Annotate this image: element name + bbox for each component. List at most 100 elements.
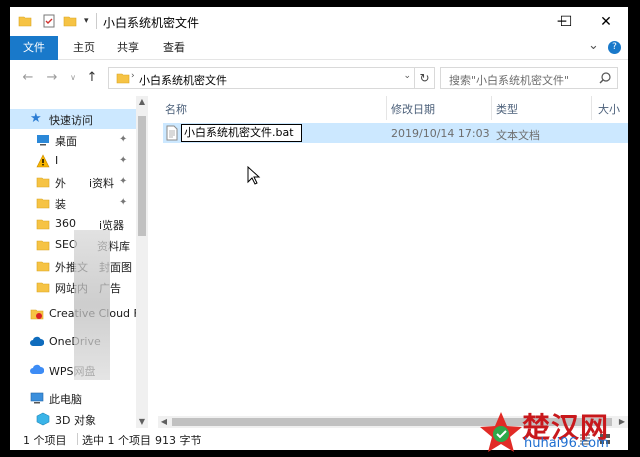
blurred-region bbox=[74, 230, 110, 380]
nav-item-3d-objects[interactable]: 3D 对象 bbox=[10, 409, 136, 428]
file-row[interactable]: 小白系统机密文件.bat 2019/10/14 17:03 文本文档 bbox=[163, 123, 628, 143]
column-divider[interactable] bbox=[491, 96, 492, 120]
wps-cloud-icon bbox=[30, 364, 44, 374]
file-type: 文本文档 bbox=[496, 129, 540, 142]
ribbon-tabs: 文件 主页 共享 查看 ⌄ ? bbox=[10, 36, 628, 60]
address-row: ← → ∨ ↑ › 小白系统机密文件 ⌄ ↻ 搜索"小白系统机密文件" bbox=[10, 60, 628, 96]
nav-item-label: 快速访问 bbox=[49, 114, 93, 127]
properties-icon[interactable] bbox=[42, 14, 56, 28]
nav-item-label: 360 bbox=[55, 217, 76, 230]
nav-item-folder[interactable]: 外 i资料 ✦ bbox=[10, 172, 136, 192]
warning-icon bbox=[36, 154, 50, 168]
nav-item-onedrive[interactable]: OneDrive bbox=[10, 332, 136, 352]
chevron-down-icon[interactable]: ⌄ bbox=[403, 71, 411, 81]
nav-item-folder[interactable]: 360 i览器 bbox=[10, 214, 136, 234]
tab-home[interactable]: 主页 bbox=[62, 36, 106, 60]
folder-icon bbox=[36, 282, 50, 293]
tab-file[interactable]: 文件 bbox=[10, 36, 58, 60]
column-header-size[interactable]: 大小 bbox=[598, 101, 620, 117]
status-selection: 选中 1 个项目 bbox=[82, 434, 151, 447]
file-list: 名称 修改日期 类型 大小 小白系统机密文件.bat 2019/10/14 17… bbox=[158, 96, 628, 428]
title-divider bbox=[96, 13, 97, 29]
nav-item-folder[interactable]: 外推文 封面图 bbox=[10, 256, 136, 276]
nav-item-wps-cloud[interactable]: WPS网盘 bbox=[10, 360, 136, 380]
mouse-cursor-icon bbox=[247, 166, 261, 185]
address-bar[interactable]: › 小白系统机密文件 ⌄ bbox=[108, 67, 415, 89]
ribbon-collapse-icon[interactable]: ⌄ bbox=[588, 38, 599, 53]
folder-icon bbox=[36, 240, 50, 251]
status-item-count: 1 个项目 bbox=[23, 434, 67, 447]
nav-item-folder[interactable]: SEO 资料库 bbox=[10, 235, 136, 255]
status-divider bbox=[77, 433, 78, 445]
address-path: 小白系统机密文件 bbox=[139, 74, 227, 87]
pin-icon: ✦ bbox=[119, 155, 128, 166]
help-icon[interactable]: ? bbox=[608, 41, 621, 54]
back-button[interactable]: ← bbox=[20, 70, 36, 86]
new-folder-icon[interactable] bbox=[63, 14, 77, 28]
pin-icon: ✦ bbox=[119, 176, 128, 187]
tab-view[interactable]: 查看 bbox=[152, 36, 196, 60]
3d-objects-icon bbox=[36, 412, 50, 426]
nav-item-label: 桌面 bbox=[55, 135, 77, 148]
title-bar: ▾ 小白系统机密文件 ─ ☐ ✕ bbox=[10, 7, 628, 36]
nav-scrollbar[interactable]: ▲ ▼ bbox=[136, 96, 148, 428]
text-file-icon bbox=[166, 125, 178, 141]
pin-icon: ✦ bbox=[119, 197, 128, 208]
explorer-window: ▾ 小白系统机密文件 ─ ☐ ✕ 文件 主页 共享 查看 ⌄ ? ← → ∨ ↑… bbox=[10, 7, 628, 450]
nav-item-label: 3D 对象 bbox=[55, 414, 96, 427]
folder-icon bbox=[36, 219, 50, 230]
chevron-right-icon: › bbox=[131, 71, 135, 81]
folder-icon bbox=[116, 73, 130, 84]
onedrive-icon bbox=[30, 336, 44, 346]
close-icon: ✕ bbox=[600, 13, 612, 30]
pin-icon: ✦ bbox=[119, 134, 128, 145]
nav-item-folder[interactable]: 装 ✦ bbox=[10, 193, 136, 213]
search-placeholder: 搜索"小白系统机密文件" bbox=[449, 74, 570, 87]
window-title: 小白系统机密文件 bbox=[103, 16, 200, 30]
up-button[interactable]: ↑ bbox=[84, 70, 100, 86]
nav-item-quick-access[interactable]: ★ 快速访问 bbox=[10, 109, 136, 129]
creative-cloud-icon bbox=[30, 309, 44, 320]
folder-icon bbox=[36, 198, 50, 209]
forward-button[interactable]: → bbox=[44, 70, 60, 86]
column-divider[interactable] bbox=[386, 96, 387, 120]
maximize-button[interactable]: ☐ bbox=[544, 7, 588, 36]
column-header-modified[interactable]: 修改日期 bbox=[391, 101, 435, 117]
column-divider[interactable] bbox=[591, 96, 592, 120]
scroll-up-icon[interactable]: ▲ bbox=[136, 96, 148, 108]
folder-icon bbox=[36, 177, 50, 188]
watermark-logo: 楚汉网 huhai96.com bbox=[478, 408, 640, 457]
nav-item-desktop[interactable]: 桌面 ✦ bbox=[10, 130, 136, 150]
desktop-icon bbox=[37, 135, 49, 146]
computer-icon bbox=[30, 392, 44, 404]
watermark-url: huhai96.com bbox=[524, 436, 609, 451]
nav-item-label: I bbox=[55, 154, 59, 167]
star-icon: ★ bbox=[30, 111, 42, 126]
folder-icon bbox=[36, 261, 50, 272]
nav-item-label: 此电脑 bbox=[49, 393, 82, 406]
nav-item-label: 装 bbox=[55, 198, 66, 211]
rename-input[interactable]: 小白系统机密文件.bat bbox=[181, 124, 302, 142]
scroll-left-icon[interactable]: ◀ bbox=[158, 416, 170, 428]
nav-item-label: 外 bbox=[55, 177, 66, 190]
navigation-pane: ★ 快速访问 桌面 ✦ I ✦ 外 i资料 ✦ 装 ✦ 360 i览器 SEO … bbox=[10, 96, 148, 428]
status-size: 913 字节 bbox=[155, 434, 202, 447]
nav-item-folder[interactable]: 网站内 广告 bbox=[10, 277, 136, 297]
nav-item-pinned[interactable]: I ✦ bbox=[10, 151, 136, 171]
watermark-emblem-icon bbox=[480, 412, 522, 452]
recent-locations-button[interactable]: ∨ bbox=[65, 70, 81, 86]
tab-share[interactable]: 共享 bbox=[106, 36, 150, 60]
folder-icon bbox=[18, 16, 32, 27]
file-modified: 2019/10/14 17:03 bbox=[391, 127, 490, 140]
column-header-type[interactable]: 类型 bbox=[496, 101, 518, 117]
nav-scroll-thumb[interactable] bbox=[138, 116, 146, 236]
close-button[interactable]: ✕ bbox=[584, 7, 628, 36]
nav-item-creative-cloud[interactable]: Creative Cloud F bbox=[10, 304, 136, 324]
search-input[interactable]: 搜索"小白系统机密文件" bbox=[440, 67, 618, 89]
maximize-icon: ☐ bbox=[559, 13, 573, 30]
refresh-button[interactable]: ↻ bbox=[414, 67, 435, 89]
column-header-name[interactable]: 名称 bbox=[165, 101, 187, 117]
scroll-down-icon[interactable]: ▼ bbox=[136, 416, 148, 428]
nav-item-this-pc[interactable]: 此电脑 bbox=[10, 388, 136, 408]
nav-item-label-tail: i资料 bbox=[89, 177, 115, 190]
